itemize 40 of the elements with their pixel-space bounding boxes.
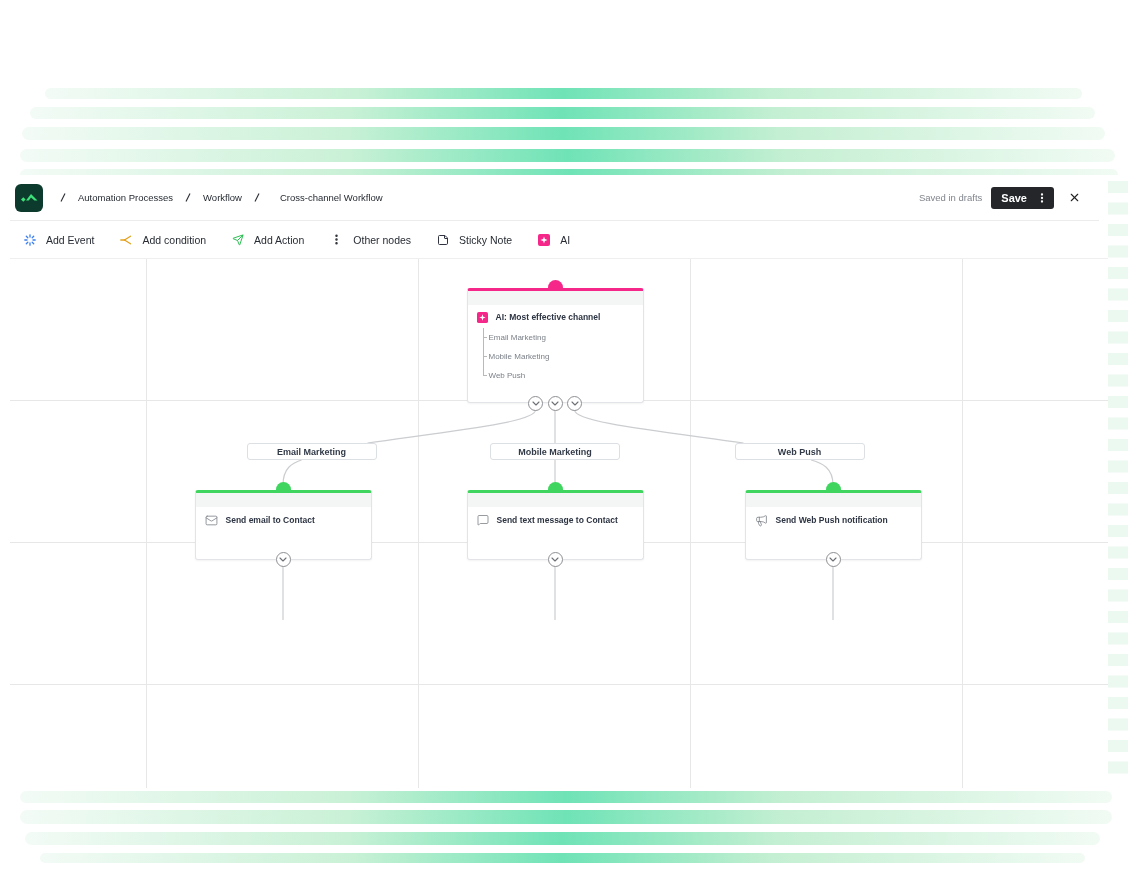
toolbar-button[interactable]: Add condition — [118, 229, 209, 250]
action-node[interactable]: Send Web Push notification — [744, 490, 922, 560]
slash-icon — [185, 193, 192, 202]
decision-node[interactable]: AI: Most effective channel Email Marketing Mobile Marketing Web Push — [466, 288, 644, 403]
save-button[interactable]: Save — [991, 186, 1054, 209]
sparkle-icon — [476, 311, 488, 323]
toolbar-button[interactable]: Other nodes — [328, 229, 414, 250]
burst-icon — [24, 233, 36, 246]
node-title: AI: Most effective channel — [495, 312, 601, 322]
breadcrumb-link[interactable]: Automation Processes — [78, 192, 174, 203]
branch-label: Email Marketing — [246, 443, 377, 460]
logo-icon[interactable] — [15, 183, 43, 212]
sparkle-icon — [538, 233, 551, 246]
toolbar-button[interactable]: Add Action — [230, 229, 307, 250]
slash-icon — [253, 193, 260, 202]
branch-label: Mobile Marketing — [490, 443, 620, 460]
toolbar-button[interactable]: Sticky Note — [435, 229, 515, 250]
branch-option: Email Marketing — [482, 327, 643, 347]
save-status-text: Saved in drafts — [918, 192, 983, 203]
branch-option: Web Push — [482, 365, 643, 385]
fork-icon — [120, 234, 133, 245]
chat-bubble-icon — [476, 514, 489, 526]
sticky-note-icon — [437, 233, 450, 246]
megaphone-icon — [754, 513, 768, 527]
connection-port-icon[interactable] — [547, 280, 563, 289]
toolbar-button[interactable]: AI — [536, 229, 573, 250]
node-title: Send email to Contact — [225, 515, 315, 525]
envelope-icon — [204, 513, 218, 527]
breadcrumb-link[interactable]: Cross-channel Workflow — [279, 192, 383, 203]
slash-icon — [60, 193, 66, 202]
paper-plane-icon — [232, 233, 245, 246]
breadcrumb-link[interactable]: Workflow — [203, 192, 242, 203]
branch-label: Web Push — [734, 443, 865, 460]
action-node[interactable]: Send text message to Contact — [466, 490, 644, 560]
toolbar-button[interactable]: Add Event — [22, 229, 97, 250]
close-icon[interactable] — [1068, 191, 1081, 204]
node-title: Send text message to Contact — [496, 515, 618, 525]
action-node[interactable]: Send email to Contact — [194, 490, 372, 560]
branch-option: Mobile Marketing — [482, 346, 643, 366]
node-title: Send Web Push notification — [775, 515, 888, 525]
